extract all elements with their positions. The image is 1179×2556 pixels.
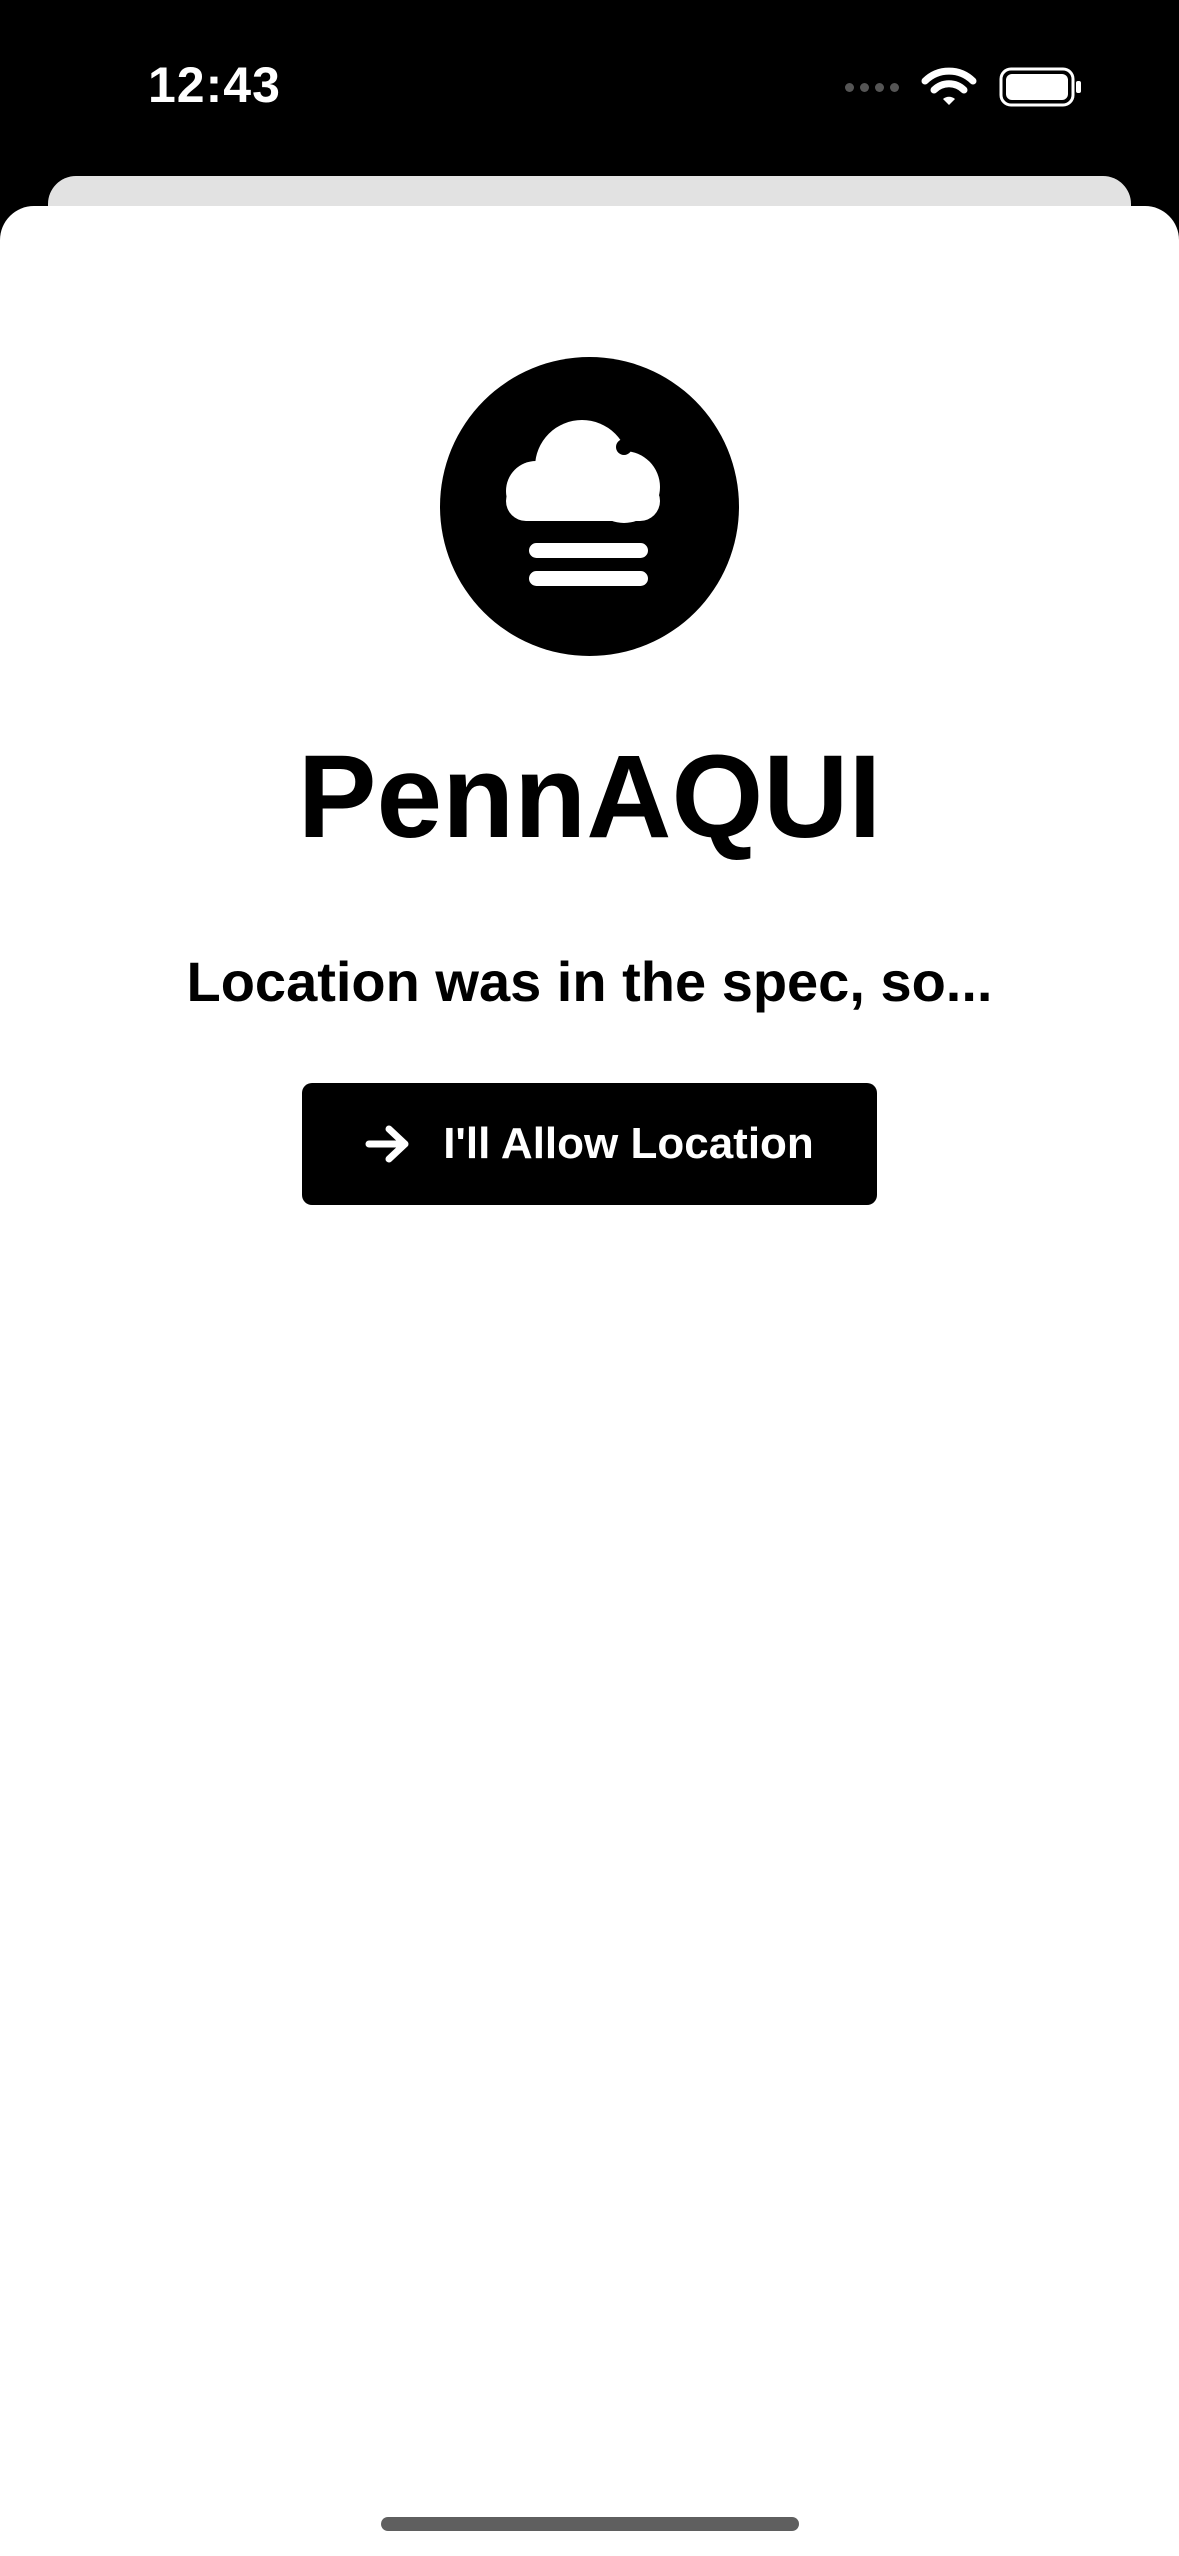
app-subtitle: Location was in the spec, so...	[186, 950, 993, 1013]
status-time: 12:43	[148, 57, 281, 113]
app-title: PennAQUI	[297, 731, 882, 863]
home-indicator[interactable]	[381, 2517, 799, 2531]
status-icons	[845, 62, 1083, 112]
allow-location-label: I'll Allow Location	[443, 1119, 814, 1168]
cellular-signal-icon	[845, 82, 899, 92]
fog-cloud-icon	[440, 357, 739, 656]
arrow-right-icon	[365, 1125, 409, 1163]
status-bar: 12:43	[0, 0, 1179, 175]
battery-icon	[999, 67, 1081, 107]
allow-location-button[interactable]: I'll Allow Location	[302, 1083, 877, 1205]
wifi-icon	[921, 67, 977, 105]
